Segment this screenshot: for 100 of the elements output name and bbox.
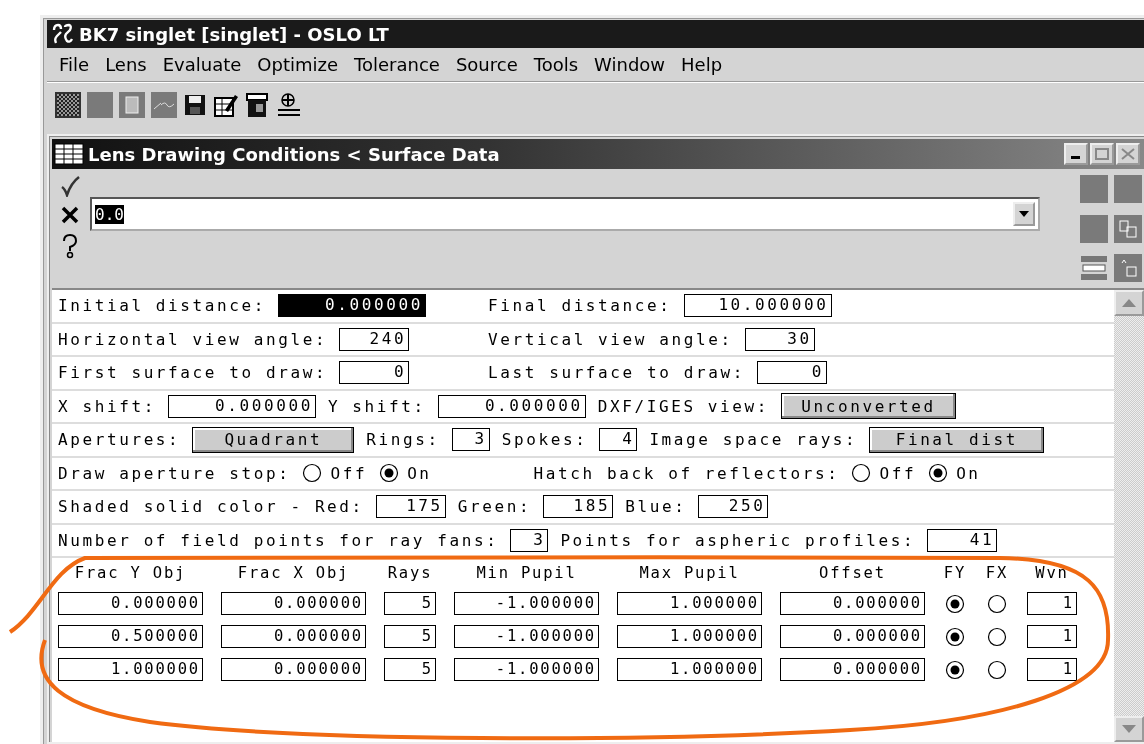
- grid-icon[interactable]: [55, 92, 81, 118]
- table-cell-field[interactable]: 1.000000: [617, 658, 762, 681]
- table-cell-field[interactable]: 1: [1027, 658, 1077, 681]
- input-field[interactable]: 30: [744, 327, 815, 351]
- table-cell-field[interactable]: 0.000000: [58, 592, 203, 615]
- field-label: DXF/IGES view:: [597, 396, 769, 416]
- command-field[interactable]: 0.0: [90, 197, 1040, 231]
- help-icon[interactable]: [60, 233, 80, 259]
- caret-icon[interactable]: [1019, 211, 1029, 217]
- lens-target-icon[interactable]: [275, 92, 303, 118]
- field-label: Shaded solid color - Red:: [58, 497, 364, 517]
- menu-item[interactable]: Window: [588, 54, 676, 75]
- input-field[interactable]: 0.000000: [437, 394, 586, 418]
- table-cell-field[interactable]: 0.000000: [221, 658, 366, 681]
- table-cell-field[interactable]: 0.000000: [780, 658, 925, 681]
- field-label: Last surface to draw:: [488, 363, 745, 383]
- table-cell-field[interactable]: 5: [384, 592, 436, 615]
- column-header: Max Pupil: [638, 564, 741, 582]
- input-field[interactable]: 4: [599, 428, 638, 452]
- field-label: Apertures:: [58, 430, 181, 450]
- field-label: Initial distance:: [58, 296, 266, 316]
- field-label: Final distance:: [488, 296, 672, 316]
- menu-item[interactable]: Evaluate: [156, 54, 252, 75]
- radio-button[interactable]: [302, 463, 323, 484]
- field-label: Rings:: [366, 430, 440, 450]
- menu-item[interactable]: Lens: [99, 54, 157, 75]
- input-field[interactable]: 0: [339, 361, 410, 385]
- table-cell-field[interactable]: 0.500000: [58, 625, 203, 648]
- radio-button[interactable]: [945, 659, 965, 680]
- input-field[interactable]: 3: [451, 428, 490, 452]
- radio-button[interactable]: [928, 463, 949, 484]
- radio-button[interactable]: [379, 463, 400, 484]
- radio-button[interactable]: [945, 626, 965, 647]
- input-field[interactable]: 10.000000: [683, 294, 832, 318]
- menu-item[interactable]: Help: [675, 54, 733, 75]
- field-label: Hatch back of reflectors:: [533, 463, 840, 483]
- input-field[interactable]: 175: [375, 495, 446, 519]
- field-label: First surface to draw:: [58, 363, 328, 383]
- table-cell-field[interactable]: 1.000000: [617, 592, 762, 615]
- option-button[interactable]: Unconverted: [781, 393, 956, 420]
- field-label: Number of field points for ray fans:: [58, 530, 499, 550]
- column-header: Wvn: [1034, 564, 1070, 582]
- table-cell-field[interactable]: 0.000000: [221, 592, 366, 615]
- window-title: BK7 singlet [singlet] - OSLO LT: [79, 23, 389, 45]
- field-label: Image space rays:: [649, 430, 858, 450]
- input-field[interactable]: 250: [698, 495, 769, 519]
- save-icon[interactable]: [183, 93, 207, 117]
- close-icon[interactable]: [60, 205, 80, 225]
- column-header: Min Pupil: [475, 564, 578, 582]
- table-cell-field[interactable]: 1: [1027, 625, 1077, 648]
- column-header: FY: [943, 564, 967, 582]
- table-cell-field[interactable]: 1: [1027, 592, 1077, 615]
- input-field[interactable]: 240: [339, 327, 410, 351]
- menu-item[interactable]: Optimize: [251, 54, 349, 75]
- table-cell-field[interactable]: 5: [384, 625, 436, 648]
- table-cell-field[interactable]: 0.000000: [780, 625, 925, 648]
- table-cell-field[interactable]: -1.000000: [454, 625, 599, 648]
- table-cell-field[interactable]: 0.000000: [221, 625, 366, 648]
- field-label: X shift:: [58, 396, 156, 416]
- table-cell-field[interactable]: -1.000000: [454, 592, 599, 615]
- input-field[interactable]: 0: [756, 361, 827, 385]
- table-cell-field[interactable]: 5: [384, 658, 436, 681]
- radio-button[interactable]: [987, 626, 1007, 647]
- blank-tool-icon[interactable]: [1080, 214, 1108, 243]
- input-field[interactable]: 0.000000: [277, 294, 426, 318]
- table-cell-field[interactable]: 0.000000: [780, 592, 925, 615]
- input-field[interactable]: 0.000000: [167, 394, 316, 418]
- menu-item[interactable]: Tools: [527, 54, 589, 75]
- radio-label: Off: [330, 463, 368, 483]
- input-field[interactable]: 41: [927, 528, 998, 552]
- option-button[interactable]: Final dist: [869, 426, 1045, 453]
- minimize-button[interactable]: [1064, 143, 1088, 165]
- field-label: Green:: [457, 497, 532, 517]
- input-field[interactable]: 185: [543, 495, 614, 519]
- input-field[interactable]: 3: [510, 528, 549, 552]
- radio-button[interactable]: [851, 463, 872, 484]
- edit-table-icon[interactable]: [213, 92, 239, 118]
- radio-button[interactable]: [987, 659, 1007, 680]
- close-button[interactable]: [1116, 143, 1140, 165]
- table-icon: [54, 142, 84, 166]
- table-cell-field[interactable]: 1.000000: [617, 625, 762, 648]
- page-icon[interactable]: [119, 92, 145, 118]
- radio-button[interactable]: [945, 593, 965, 614]
- table-cell-field[interactable]: -1.000000: [454, 658, 599, 681]
- dropdown-button[interactable]: [1013, 202, 1035, 226]
- radio-button[interactable]: [987, 593, 1007, 614]
- menu-item[interactable]: Source: [449, 54, 528, 75]
- table-cell-field[interactable]: 1.000000: [58, 658, 203, 681]
- menu-item[interactable]: Tolerance: [348, 54, 450, 75]
- table-icon[interactable]: [245, 92, 269, 118]
- app-logo-icon: [51, 22, 75, 46]
- field-list-icon[interactable]: [1080, 254, 1108, 283]
- radio-label: On: [407, 463, 432, 483]
- column-header: Offset: [818, 564, 887, 582]
- page-up-icon[interactable]: [1114, 254, 1142, 283]
- checkmark-icon[interactable]: [60, 175, 80, 197]
- option-button[interactable]: Quadrant: [192, 426, 355, 453]
- copy-icon[interactable]: [1114, 214, 1142, 243]
- field-label: Horizontal view angle:: [58, 329, 328, 349]
- menu-item[interactable]: File: [53, 54, 100, 75]
